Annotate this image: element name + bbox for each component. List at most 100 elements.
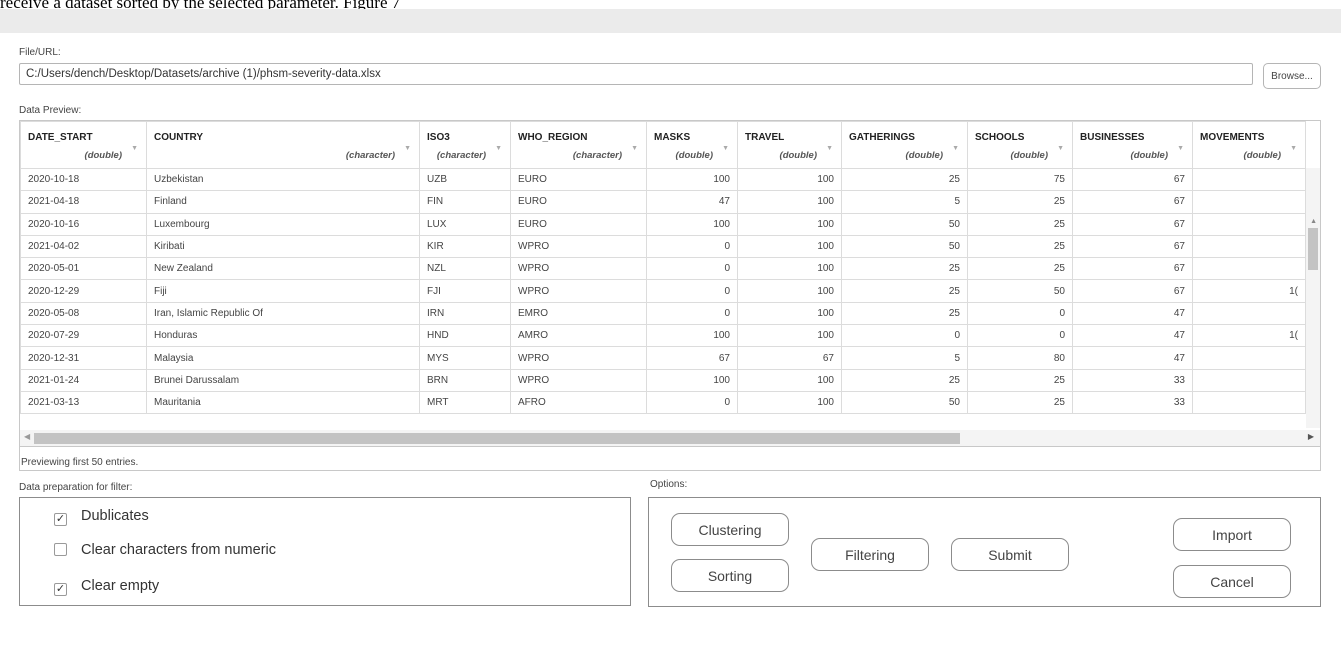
- vertical-scrollbar[interactable]: ▲ ▼: [1306, 168, 1320, 428]
- table-cell: 100: [646, 212, 738, 236]
- scroll-left-arrow-icon[interactable]: ◀: [24, 432, 30, 441]
- column-type: (double): [675, 150, 713, 161]
- column-name: MOVEMENTS: [1200, 132, 1265, 143]
- header-row: DATE_START (double) ▼ COUNTRY (character) ▼ IS…: [20, 121, 1306, 169]
- table-cell: WPRO: [510, 257, 647, 281]
- column-name: ISO3: [427, 132, 450, 143]
- data-prep-panel: ✓ Dublicates Clear characters from numeri…: [19, 497, 631, 606]
- table-cell: 2020-07-29: [20, 324, 147, 348]
- scroll-right-arrow-icon[interactable]: ▶: [1308, 432, 1314, 441]
- table-cell: 25: [841, 301, 968, 326]
- clear-characters-label: Clear characters from numeric: [81, 542, 276, 558]
- column-type: (double): [1130, 150, 1168, 161]
- table-cell: WPRO: [510, 279, 647, 303]
- clear-empty-checkbox[interactable]: ✓: [54, 583, 67, 596]
- table-row: 2020-10-18 Uzbekistan UZB EURO 100 100 25 75 67: [20, 167, 1306, 192]
- column-header-gatherings[interactable]: GATHERINGS (double) ▼: [841, 121, 968, 169]
- column-header-movements[interactable]: MOVEMENTS (double) ▼: [1192, 121, 1306, 169]
- browse-button[interactable]: Browse...: [1263, 63, 1321, 89]
- table-row: 2021-04-02 Kiribati KIR WPRO 0 100 50 25 67: [20, 234, 1306, 259]
- table-cell: 67: [1072, 257, 1193, 281]
- column-type: (double): [905, 150, 943, 161]
- table-cell: 75: [967, 167, 1073, 192]
- table-cell: 25: [967, 190, 1073, 214]
- sort-chevron-icon[interactable]: ▼: [1177, 145, 1184, 152]
- column-header-businesses[interactable]: BUSINESSES (double) ▼: [1072, 121, 1193, 169]
- table-cell: 25: [967, 212, 1073, 236]
- table-cell: 0: [646, 234, 738, 259]
- options-panel: Clustering Sorting Filtering Submit Impo…: [648, 497, 1321, 607]
- sort-chevron-icon[interactable]: ▼: [1290, 145, 1297, 152]
- sort-chevron-icon[interactable]: ▼: [131, 145, 138, 152]
- option-dublicates[interactable]: ✓ Dublicates: [54, 508, 149, 526]
- table-cell: 47: [1072, 324, 1193, 348]
- column-header-schools[interactable]: SCHOOLS (double) ▼: [967, 121, 1073, 169]
- table-cell: [1192, 301, 1306, 326]
- table-cell: [1192, 190, 1306, 214]
- table-cell: [1192, 257, 1306, 281]
- import-button[interactable]: Import: [1173, 518, 1291, 551]
- sort-chevron-icon[interactable]: ▼: [631, 145, 638, 152]
- table-cell: 100: [646, 368, 738, 392]
- column-header-who-region[interactable]: WHO_REGION (character) ▼: [510, 121, 647, 169]
- column-type: (character): [436, 150, 486, 161]
- sort-chevron-icon[interactable]: ▼: [1057, 145, 1064, 152]
- table-cell: [1192, 212, 1306, 236]
- clear-characters-checkbox[interactable]: [54, 543, 67, 556]
- table-cell: 100: [737, 368, 842, 392]
- table-cell: [1192, 346, 1306, 370]
- table-cell: 67: [646, 346, 738, 370]
- column-header-travel[interactable]: TRAVEL (double) ▼: [737, 121, 842, 169]
- table-cell: 100: [646, 324, 738, 348]
- filtering-button[interactable]: Filtering: [811, 538, 929, 571]
- column-header-iso3[interactable]: ISO3 (character) ▼: [419, 121, 511, 169]
- table-cell: Iran, Islamic Republic Of: [146, 301, 420, 326]
- sorting-button[interactable]: Sorting: [671, 559, 789, 592]
- option-clear-characters[interactable]: Clear characters from numeric: [54, 542, 276, 558]
- table-cell: 47: [646, 190, 738, 214]
- table-cell: EURO: [510, 212, 647, 236]
- table-cell: 0: [967, 324, 1073, 348]
- column-header-country[interactable]: COUNTRY (character) ▼: [146, 121, 420, 169]
- sort-chevron-icon[interactable]: ▼: [722, 145, 729, 152]
- table-cell: 1(: [1192, 279, 1306, 303]
- table-cell: [1192, 234, 1306, 259]
- horizontal-scrollbar[interactable]: ◀ ▶: [20, 430, 1320, 446]
- table-cell: Brunei Darussalam: [146, 368, 420, 392]
- column-name: BUSINESSES: [1080, 132, 1145, 143]
- sort-chevron-icon[interactable]: ▼: [404, 145, 411, 152]
- file-path-input[interactable]: [19, 63, 1253, 85]
- data-prep-label: Data preparation for filter:: [19, 482, 133, 493]
- horizontal-scroll-thumb[interactable]: [34, 433, 960, 444]
- table-cell: Honduras: [146, 324, 420, 348]
- column-header-masks[interactable]: MASKS (double) ▼: [646, 121, 738, 169]
- sort-chevron-icon[interactable]: ▼: [826, 145, 833, 152]
- table-cell: 67: [1072, 234, 1193, 259]
- table-row: 2020-12-31 Malaysia MYS WPRO 67 67 5 80 47: [20, 346, 1306, 370]
- table-cell: 100: [737, 301, 842, 326]
- sort-chevron-icon[interactable]: ▼: [952, 145, 959, 152]
- submit-button[interactable]: Submit: [951, 538, 1069, 571]
- table-cell: 2021-04-02: [20, 234, 147, 259]
- column-header-date-start[interactable]: DATE_START (double) ▼: [20, 121, 147, 169]
- cancel-button[interactable]: Cancel: [1173, 565, 1291, 598]
- table-cell: Malaysia: [146, 346, 420, 370]
- vertical-scroll-thumb[interactable]: [1308, 228, 1318, 270]
- table-cell: Fiji: [146, 279, 420, 303]
- table-cell: 0: [646, 301, 738, 326]
- clustering-button[interactable]: Clustering: [671, 513, 789, 546]
- table-cell: Kiribati: [146, 234, 420, 259]
- file-url-label: File/URL:: [19, 47, 61, 58]
- table-cell: IRN: [419, 301, 511, 326]
- table-cell: 67: [1072, 279, 1193, 303]
- table-cell: EMRO: [510, 301, 647, 326]
- scroll-up-arrow-icon[interactable]: ▲: [1310, 218, 1317, 225]
- table-cell: AFRO: [510, 390, 647, 415]
- table-cell: 33: [1072, 368, 1193, 392]
- table-cell: 0: [967, 301, 1073, 326]
- sort-chevron-icon[interactable]: ▼: [495, 145, 502, 152]
- dublicates-checkbox[interactable]: ✓: [54, 513, 67, 526]
- table-cell: 100: [646, 167, 738, 192]
- table-cell: 100: [737, 212, 842, 236]
- option-clear-empty[interactable]: ✓ Clear empty: [54, 578, 159, 596]
